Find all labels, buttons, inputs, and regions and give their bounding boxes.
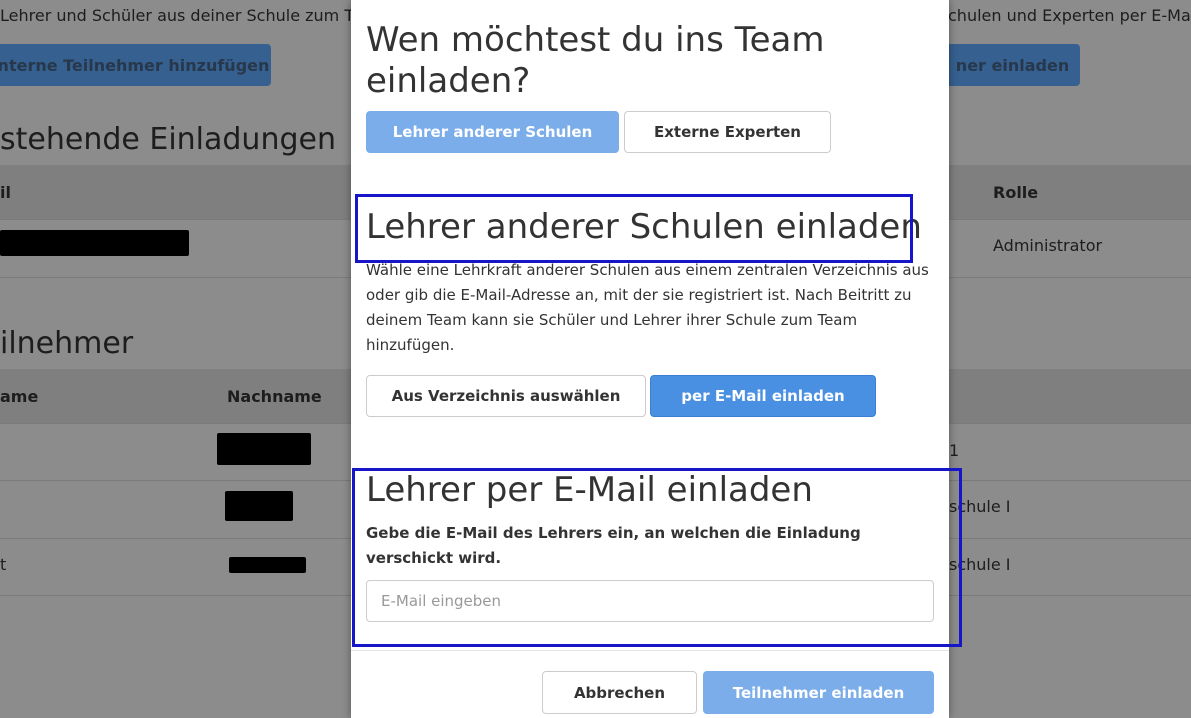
- intro-text-left: Lehrer und Schüler aus deiner Schule zum…: [0, 6, 372, 25]
- tab-teachers-other-schools[interactable]: Lehrer anderer Schulen: [366, 111, 619, 153]
- table-row-value: schule I: [949, 555, 1011, 574]
- participants-heading: ilnehmer: [0, 326, 134, 361]
- table-row-value: schule I: [949, 497, 1011, 516]
- pending-invitations-heading: stehende Einladungen: [0, 122, 336, 157]
- email-field-label: Gebe die E-Mail des Lehrers ein, an welc…: [366, 524, 861, 567]
- column-header-firstname: ame: [0, 387, 39, 406]
- column-header-lastname: Nachname: [227, 387, 322, 406]
- redacted-lastname: [229, 557, 306, 573]
- invite-participants-button[interactable]: Teilnehmer einladen: [703, 671, 934, 714]
- redacted-email: [0, 230, 189, 256]
- section-email-title: Lehrer per E-Mail einladen: [366, 470, 813, 510]
- section-teachers-title: Lehrer anderer Schulen einladen: [366, 207, 922, 247]
- pending-row-role: Administrator: [993, 236, 1103, 255]
- cancel-button[interactable]: Abbrechen: [542, 671, 697, 714]
- intro-text-right: chulen und Experten per E-Ma: [948, 6, 1191, 25]
- tab-external-experts[interactable]: Externe Experten: [624, 111, 831, 153]
- invite-external-button[interactable]: ner einladen: [945, 44, 1080, 86]
- modal-footer-divider: [351, 650, 949, 651]
- modal-title: Wen möchtest du ins Team einladen?: [366, 20, 825, 101]
- table-row-firstname: t: [0, 555, 7, 574]
- redacted-lastname: [217, 433, 311, 465]
- column-header-role: Rolle: [993, 183, 1039, 202]
- redacted-lastname: [225, 491, 293, 521]
- invite-modal: Wen möchtest du ins Team einladen? Lehre…: [351, 0, 949, 718]
- section-teachers-description: Wähle eine Lehrkraft anderer Schulen aus…: [366, 261, 929, 354]
- table-row-value: 1: [949, 441, 960, 460]
- add-internal-participants-button[interactable]: Interne Teilnehmer hinzufügen: [0, 44, 271, 86]
- invite-by-email-button[interactable]: per E-Mail einladen: [650, 375, 876, 417]
- select-from-directory-button[interactable]: Aus Verzeichnis auswählen: [366, 375, 646, 417]
- email-input[interactable]: [366, 580, 934, 622]
- column-header-email: il: [0, 183, 11, 202]
